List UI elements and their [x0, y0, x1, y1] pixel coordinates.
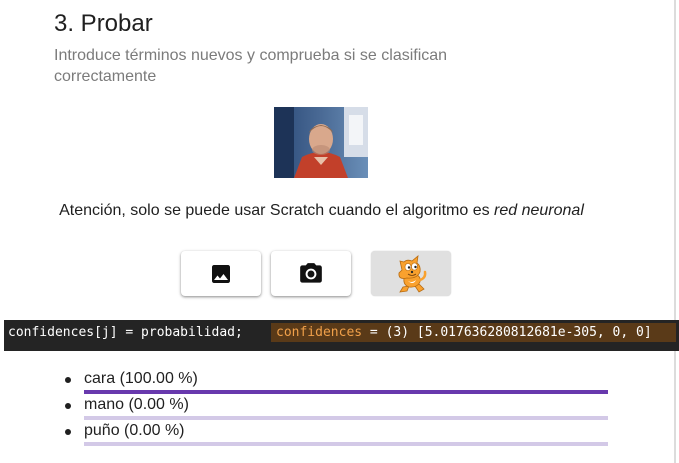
- camera-icon: [300, 262, 322, 283]
- take-photo-button[interactable]: [271, 251, 351, 296]
- webcam-frame-image: [274, 107, 368, 178]
- page-subtitle: Introduce términos nuevos y comprueba si…: [54, 47, 448, 85]
- warning-emphasis: red neuronal: [494, 202, 584, 219]
- console-code: confidences[j] = probabilidad;: [8, 325, 243, 340]
- upload-image-button[interactable]: [181, 251, 261, 296]
- console-value-key: confidences: [276, 325, 363, 340]
- result-label: mano (0.00 %): [84, 396, 189, 413]
- console-value-output: confidences = (3) [5.017636280812681e-30…: [271, 323, 676, 342]
- debug-console: confidences[j] = probabilidad; confidenc…: [4, 320, 679, 351]
- result-label: puño (0.00 %): [84, 422, 185, 439]
- result-label: cara (100.00 %): [84, 370, 198, 387]
- image-icon: [212, 264, 230, 283]
- confidence-bar: [84, 416, 608, 420]
- page-title: 3. Probar: [54, 10, 153, 37]
- page-right-border: [674, 0, 676, 463]
- confidence-bar: [84, 442, 608, 446]
- scratch-cat-icon: [398, 254, 427, 293]
- console-value-rest: = (3) [5.017636280812681e-305, 0, 0]: [362, 325, 652, 340]
- warning-text: Atención, solo se puede usar Scratch cua…: [59, 202, 495, 219]
- bullet-icon: [65, 429, 71, 435]
- webcam-preview: [274, 107, 368, 178]
- open-scratch-button[interactable]: [371, 251, 451, 296]
- confidence-bar-fill: [84, 390, 608, 394]
- scratch-warning: Atención, solo se puede usar Scratch cua…: [0, 202, 643, 220]
- confidence-bar: [84, 390, 608, 394]
- bullet-icon: [65, 403, 71, 409]
- bullet-icon: [65, 377, 71, 383]
